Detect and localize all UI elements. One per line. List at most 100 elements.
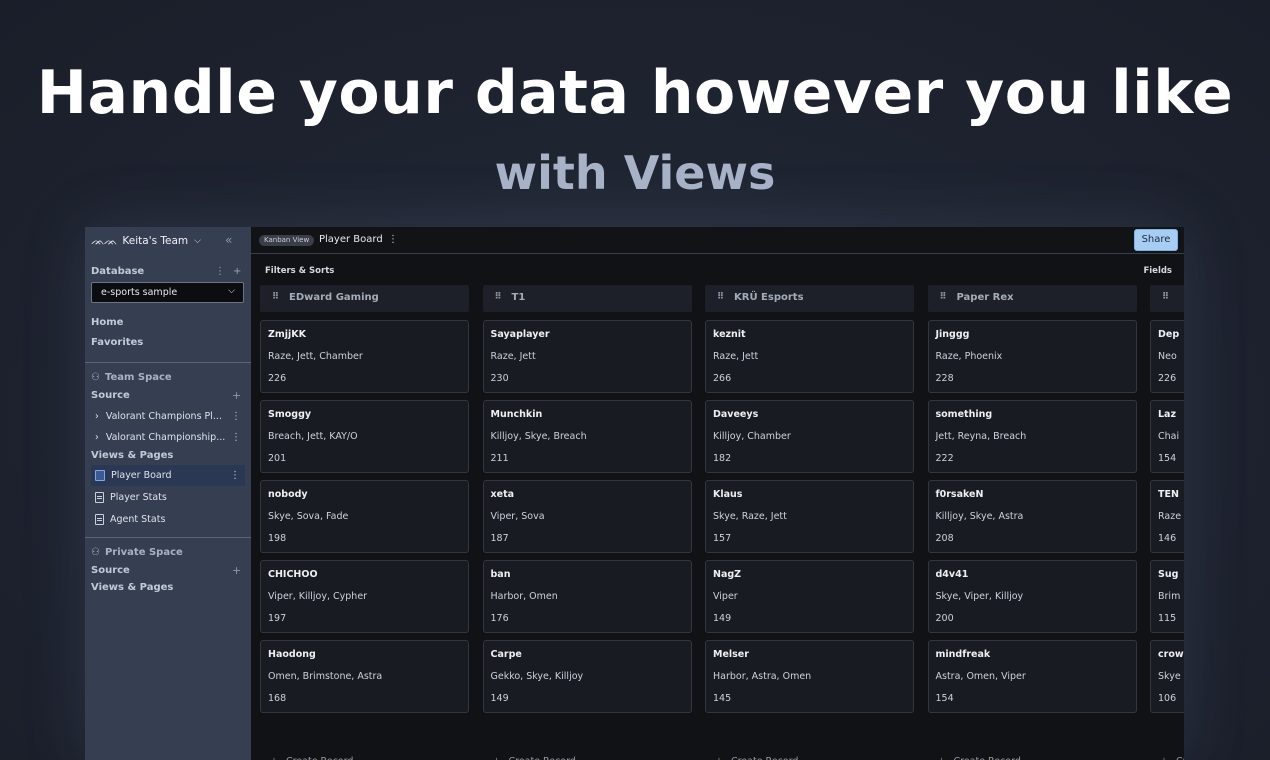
private-space-label: ⚇ Private Space (91, 547, 183, 558)
record-card[interactable]: Haodong Omen, Brimstone, Astra 168 (260, 640, 469, 713)
record-card[interactable]: Melser Harbor, Astra, Omen 145 (705, 640, 914, 713)
record-card[interactable]: keznit Raze, Jett 266 (705, 320, 914, 393)
source-item[interactable]: › Valorant Championship... ⋮ (95, 432, 245, 443)
player-value: 266 (713, 373, 732, 384)
record-card[interactable]: something Jett, Reyna, Breach 222 (927, 400, 1137, 473)
view-title[interactable]: Player Board (319, 234, 383, 245)
collapse-sidebar-icon[interactable]: « (225, 233, 232, 247)
column-title: Paper Rex (956, 292, 1014, 303)
column-header[interactable]: ⠿ T1 (482, 285, 692, 312)
record-card[interactable]: f0rsakeN Killjoy, Skye, Astra 208 (927, 480, 1137, 553)
player-agents: Raze, Jett, Chamber (268, 351, 363, 362)
player-name: Jinggg (935, 329, 970, 340)
drag-handle-icon[interactable]: ⠿ (1162, 292, 1169, 302)
record-card[interactable]: Smoggy Breach, Jett, KAY/O 201 (260, 400, 469, 473)
view-player-board[interactable]: Player Board ⋮ (91, 465, 245, 486)
record-card[interactable]: Laz Chai 154 (1150, 400, 1184, 473)
drag-handle-icon[interactable]: ⠿ (940, 292, 947, 302)
player-value: 211 (490, 453, 509, 464)
record-card[interactable]: Sayaplayer Raze, Jett 230 (482, 320, 692, 393)
plus-icon: + (715, 756, 723, 760)
player-value: 149 (713, 613, 732, 624)
player-agents: Killjoy, Chamber (713, 431, 791, 442)
player-agents: Raze, Jett (490, 351, 536, 362)
record-card[interactable]: Carpe Gekko, Skye, Killjoy 149 (482, 640, 692, 713)
create-record-label: Create Record (731, 756, 798, 760)
create-record-button[interactable]: + Create Record (493, 756, 576, 760)
record-card[interactable]: TEN Raze 146 (1150, 480, 1184, 553)
create-record-button[interactable]: + Create Record (715, 756, 798, 760)
views-pages-label: Views & Pages (91, 450, 174, 461)
filters-sorts-button[interactable]: Filters & Sorts (265, 266, 334, 276)
fields-button[interactable]: Fields (1143, 266, 1172, 276)
player-agents: Raze (1158, 511, 1182, 522)
view-player-stats[interactable]: Player Stats (91, 487, 245, 508)
record-card[interactable]: xeta Viper, Sova 187 (482, 480, 692, 553)
player-name: ZmjjKK (268, 329, 307, 340)
player-value: 200 (935, 613, 954, 624)
create-record-button[interactable]: + Create Record (270, 756, 353, 760)
source-item[interactable]: › Valorant Champions Pl... ⋮ (95, 411, 245, 422)
drag-handle-icon[interactable]: ⠿ (495, 292, 502, 302)
player-name: CHICHOO (268, 569, 318, 580)
team-switcher[interactable]: ᨏᨏ Keita's Team ⌵ (91, 233, 201, 249)
create-record-button[interactable]: + Create Record (938, 756, 1021, 760)
plus-icon: + (1160, 756, 1168, 760)
record-card[interactable]: ZmjjKK Raze, Jett, Chamber 226 (260, 320, 469, 393)
drag-handle-icon[interactable]: ⠿ (272, 292, 279, 302)
player-value: 176 (490, 613, 509, 624)
player-name: crow (1158, 649, 1184, 660)
record-card[interactable]: Daveeys Killjoy, Chamber 182 (705, 400, 914, 473)
kanban-board: ⠿ EDward Gaming ZmjjKK Raze, Jett, Chamber 2… (260, 285, 1184, 760)
people-icon: ⚇ (91, 372, 100, 383)
database-select[interactable]: e-sports sample ⌵ (91, 282, 244, 303)
column-header[interactable]: ⠿ EDward Gaming (260, 285, 469, 312)
view-label: Player Board (111, 470, 172, 481)
record-card[interactable]: crow Skye 106 (1150, 640, 1184, 713)
more-icon[interactable]: ⋮ (388, 234, 398, 245)
page-icon (95, 492, 104, 503)
add-source-icon[interactable]: + (232, 564, 241, 577)
record-card[interactable]: Sug Brim 115 (1150, 560, 1184, 633)
more-icon[interactable]: ⋮ (231, 411, 241, 422)
player-agents: Raze, Phoenix (935, 351, 1003, 362)
player-value: 201 (268, 453, 287, 464)
more-icon[interactable]: ⋮ (231, 432, 241, 443)
record-card[interactable]: Munchkin Killjoy, Skye, Breach 211 (482, 400, 692, 473)
plus-icon[interactable]: + (233, 266, 249, 277)
chevron-down-icon: ⌵ (194, 236, 201, 246)
record-card[interactable]: NagZ Viper 149 (705, 560, 914, 633)
record-card[interactable]: Jinggg Raze, Phoenix 228 (927, 320, 1137, 393)
share-button[interactable]: Share (1134, 229, 1178, 251)
record-card[interactable]: d4v41 Skye, Viper, Killjoy 200 (927, 560, 1137, 633)
create-record-label: Create Record (953, 756, 1020, 760)
create-record-label: Create Record (508, 756, 575, 760)
record-card[interactable]: mindfreak Astra, Omen, Viper 154 (927, 640, 1137, 713)
record-card[interactable]: Klaus Skye, Raze, Jett 157 (705, 480, 914, 553)
record-card[interactable]: CHICHOO Viper, Killjoy, Cypher 197 (260, 560, 469, 633)
player-agents: Skye, Viper, Killjoy (935, 591, 1024, 602)
view-agent-stats[interactable]: Agent Stats (91, 509, 245, 530)
drag-handle-icon[interactable]: ⠿ (717, 292, 724, 302)
nav-favorites[interactable]: Favorites (91, 337, 143, 348)
more-icon[interactable]: ⋮ (230, 470, 240, 481)
plus-icon: + (938, 756, 946, 760)
column-header[interactable]: ⠿ KRÜ Esports (705, 285, 914, 312)
player-name: mindfreak (935, 649, 991, 660)
chevron-right-icon[interactable]: › (95, 432, 99, 443)
record-card[interactable]: ban Harbor, Omen 176 (482, 560, 692, 633)
player-value: 146 (1158, 533, 1177, 544)
view-label: Player Stats (110, 492, 167, 503)
database-actions: ⋮+ (215, 266, 249, 277)
private-source-label: Source (91, 565, 130, 576)
column-header[interactable]: ⠿ (1150, 285, 1184, 312)
player-name: TEN (1158, 489, 1179, 500)
record-card[interactable]: nobody Skye, Sova, Fade 198 (260, 480, 469, 553)
record-card[interactable]: Dep Neo 226 (1150, 320, 1184, 393)
nav-home[interactable]: Home (91, 317, 123, 328)
column-header[interactable]: ⠿ Paper Rex (927, 285, 1137, 312)
more-icon[interactable]: ⋮ (215, 266, 233, 277)
add-source-icon[interactable]: + (232, 389, 241, 402)
create-record-button[interactable]: + Create Record (1160, 756, 1184, 760)
chevron-right-icon[interactable]: › (95, 411, 99, 422)
